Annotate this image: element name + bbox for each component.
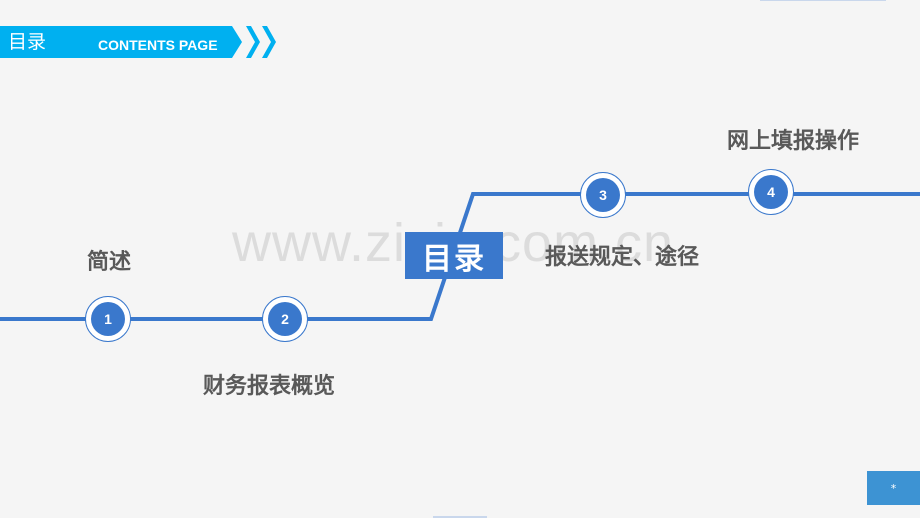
node-number: 4 xyxy=(754,175,788,209)
node-number: 2 xyxy=(268,302,302,336)
timeline-label-4[interactable]: 网上填报操作 xyxy=(727,123,859,155)
timeline-node-4[interactable]: 4 xyxy=(748,169,794,215)
node-number: 3 xyxy=(586,178,620,212)
center-title-box: 目录 xyxy=(405,232,503,279)
timeline-node-1[interactable]: 1 xyxy=(85,296,131,342)
page-number-badge: * xyxy=(867,471,920,505)
timeline-label-3[interactable]: 报送规定、途径 xyxy=(545,239,699,271)
timeline-node-2[interactable]: 2 xyxy=(262,296,308,342)
node-number: 1 xyxy=(91,302,125,336)
timeline-node-3[interactable]: 3 xyxy=(580,172,626,218)
timeline-label-1[interactable]: 简述 xyxy=(87,244,131,276)
timeline-label-2[interactable]: 财务报表概览 xyxy=(203,368,335,400)
